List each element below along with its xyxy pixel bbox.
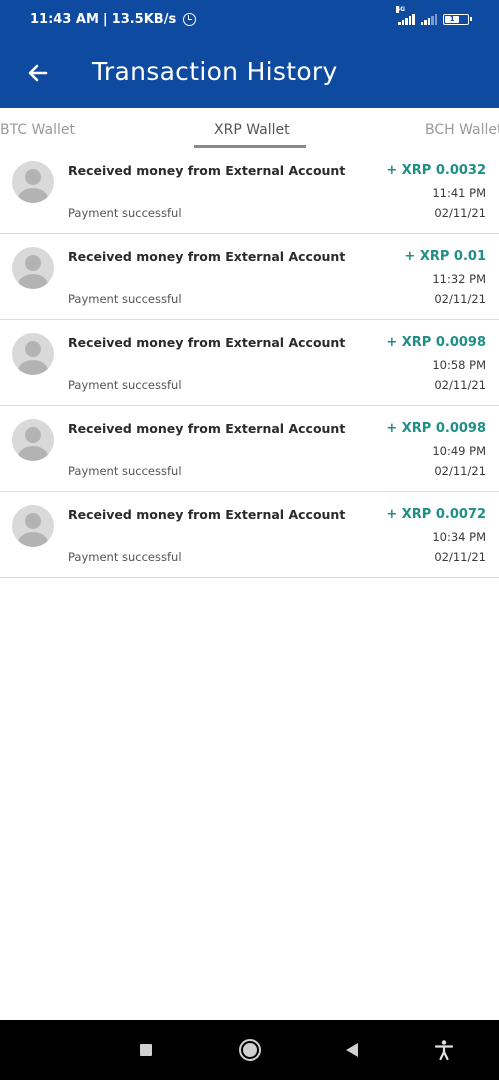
transaction-status: Payment successful (68, 464, 182, 478)
transaction-amount: + XRP 0.0072 (386, 507, 486, 522)
page-title: Transaction History (92, 57, 338, 86)
app-bar: Transaction History (0, 38, 499, 108)
signal-sim2-icon (420, 13, 437, 25)
system-nav-bar (0, 1020, 499, 1080)
accessibility-button[interactable] (432, 1038, 456, 1062)
alarm-icon (183, 13, 197, 26)
status-time: 11:43 AM (30, 12, 99, 27)
home-circle-icon (239, 1039, 261, 1061)
network-type-label: 4G (396, 6, 406, 13)
transaction-title: Received money from External Account (68, 421, 346, 436)
transaction-time: 11:41 PM (432, 186, 486, 200)
transaction-status: Payment successful (68, 292, 182, 306)
signal-4g-icon: 4G (396, 6, 415, 25)
transaction-date: 02/11/21 (434, 206, 486, 220)
avatar-placeholder-icon (12, 333, 54, 375)
battery-level: 1 (445, 16, 460, 23)
transaction-status: Payment successful (68, 206, 182, 220)
transaction-date: 02/11/21 (434, 550, 486, 564)
status-left: 11:43 AM | 13.5KB/s (30, 12, 197, 27)
transaction-amount: + XRP 0.0098 (386, 421, 486, 436)
tab-xrp-wallet[interactable]: XRP Wallet (214, 122, 290, 138)
back-triangle-icon (346, 1043, 358, 1057)
transaction-time: 11:32 PM (432, 272, 486, 286)
transaction-row[interactable]: Received money from External Account Pay… (0, 234, 499, 320)
avatar-placeholder-icon (12, 247, 54, 289)
transaction-time: 10:34 PM (432, 530, 486, 544)
transaction-time: 10:58 PM (432, 358, 486, 372)
avatar-placeholder-icon (12, 505, 54, 547)
avatar-placeholder-icon (12, 419, 54, 461)
transaction-row[interactable]: Received money from External Account Pay… (0, 492, 499, 578)
back-button[interactable] (18, 53, 58, 93)
transaction-date: 02/11/21 (434, 378, 486, 392)
battery-icon: 1 (443, 14, 472, 25)
transaction-title: Received money from External Account (68, 335, 346, 350)
transaction-list: Received money from External Account Pay… (0, 148, 499, 578)
transaction-title: Received money from External Account (68, 249, 346, 264)
nav-back-button[interactable] (340, 1038, 364, 1062)
recents-button[interactable] (134, 1038, 158, 1062)
tab-btc-wallet[interactable]: BTC Wallet (0, 122, 75, 138)
status-net-speed: 13.5KB/s (111, 12, 177, 27)
transaction-amount: + XRP 0.01 (404, 249, 486, 264)
transaction-date: 02/11/21 (434, 292, 486, 306)
accessibility-icon (434, 1040, 454, 1061)
transaction-row[interactable]: Received money from External Account Pay… (0, 148, 499, 234)
transaction-row[interactable]: Received money from External Account Pay… (0, 406, 499, 492)
status-separator: | (102, 12, 108, 27)
transaction-time: 10:49 PM (432, 444, 486, 458)
transaction-title: Received money from External Account (68, 507, 346, 522)
transaction-status: Payment successful (68, 378, 182, 392)
tab-bch-wallet[interactable]: BCH Wallet (425, 122, 499, 138)
transaction-amount: + XRP 0.0098 (386, 335, 486, 350)
transaction-amount: + XRP 0.0032 (386, 163, 486, 178)
transaction-title: Received money from External Account (68, 163, 346, 178)
status-bar: 11:43 AM | 13.5KB/s 4G 1 (0, 0, 499, 38)
transaction-row[interactable]: Received money from External Account Pay… (0, 320, 499, 406)
transaction-status: Payment successful (68, 550, 182, 564)
recents-square-icon (140, 1044, 152, 1056)
phone-screen: 11:43 AM | 13.5KB/s 4G 1 Transaction His… (0, 0, 499, 1080)
transaction-date: 02/11/21 (434, 464, 486, 478)
arrow-left-icon (28, 64, 48, 82)
status-right: 4G 1 (396, 6, 472, 25)
avatar-placeholder-icon (12, 161, 54, 203)
home-button[interactable] (238, 1038, 262, 1062)
